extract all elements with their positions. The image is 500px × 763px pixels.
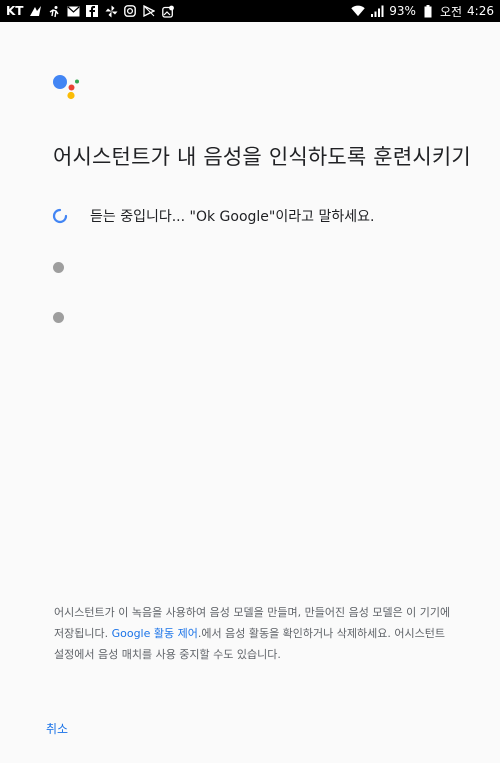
- step-listening: 듣는 중입니다... "Ok Google"이라고 말하세요.: [52, 206, 374, 226]
- activity-icon: [47, 4, 61, 18]
- pending-dot-icon: [53, 262, 64, 273]
- wifi-icon: [351, 4, 366, 18]
- status-right: 93% 오전 4:26: [351, 3, 494, 20]
- pinwheel-icon: [104, 4, 118, 18]
- loading-spinner-icon: [52, 208, 68, 224]
- battery-icon: [421, 4, 435, 18]
- pending-dot-icon: [53, 312, 64, 323]
- battery-percent: 93%: [389, 4, 416, 18]
- google-assistant-logo-icon: [53, 74, 81, 100]
- page-title: 어시스턴트가 내 음성을 인식하도록 훈련시키기: [53, 145, 471, 169]
- facebook-icon: [85, 4, 99, 18]
- gallery-icon: [161, 4, 175, 18]
- cancel-button[interactable]: 취소: [46, 720, 68, 737]
- status-bar: KT 93% 오전 4:26: [0, 0, 500, 22]
- step-pending: [52, 262, 64, 273]
- carrier-label: KT: [6, 4, 24, 18]
- time-period: 오전: [439, 4, 463, 19]
- google-activity-controls-link[interactable]: Google 활동 제어: [112, 627, 198, 640]
- mail-icon: [66, 4, 80, 18]
- vpn-key-icon: [28, 4, 42, 18]
- status-left: KT: [6, 4, 175, 18]
- step-text: 듣는 중입니다... "Ok Google"이라고 말하세요.: [90, 209, 375, 225]
- step-pending: [52, 312, 64, 323]
- play-icon: [142, 4, 156, 18]
- signal-icon: [370, 4, 384, 18]
- clock: 4:26: [467, 4, 494, 18]
- disclaimer-text: 어시스턴트가 이 녹음을 사용하여 음성 모델을 만들며, 만들어진 음성 모델…: [54, 602, 454, 665]
- instagram-icon: [123, 4, 137, 18]
